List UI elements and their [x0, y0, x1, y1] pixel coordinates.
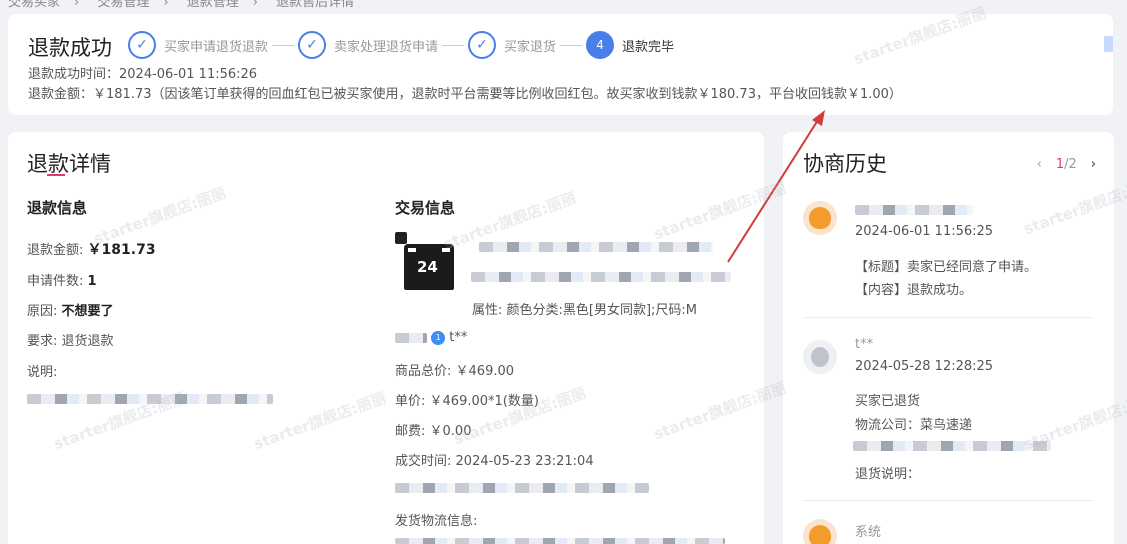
- shipping-value: ￥0.00: [429, 424, 472, 439]
- history-line: 退货说明：: [855, 467, 921, 482]
- breadcrumb-item[interactable]: 交易买家: [8, 0, 60, 10]
- trade-info-heading: 交易信息: [395, 199, 456, 217]
- page-total: /2: [1064, 157, 1077, 172]
- refund-status-title: 退款成功: [28, 36, 112, 60]
- negotiation-history-card: ‹ 1/2 ›: [783, 132, 1114, 544]
- redacted-product-title[interactable]: [471, 272, 731, 282]
- history-line: 【内容】退款成功。: [855, 283, 973, 298]
- refund-amount-note: 退款金额：￥181.73（因该笔订单获得的回血红包已被买家使用，退款时平台需要等…: [28, 87, 902, 102]
- redacted-text: [395, 483, 649, 493]
- buyer-row: 1 t**: [395, 330, 467, 345]
- step-label: 买家申请退货退款: [164, 39, 269, 55]
- history-line: 【标题】卖家已经同意了申请。: [855, 260, 1038, 275]
- title-underline: [47, 174, 65, 176]
- check-icon: ✓: [128, 31, 156, 59]
- refund-detail-card: [8, 132, 764, 544]
- history-line: 买家已退货: [855, 394, 921, 409]
- check-icon: ✓: [468, 31, 497, 59]
- step-1: ✓ 买家申请退货退款: [128, 31, 268, 59]
- reason-row: 原因: 不想要了: [27, 300, 114, 319]
- history-pager: ‹ 1/2 ›: [1037, 157, 1096, 172]
- refund-amount-row: 退款金额: ￥181.73: [27, 239, 156, 259]
- step-label: 卖家处理退货申请: [334, 39, 439, 55]
- label: 退款金额:: [27, 243, 84, 258]
- jersey-icon: 24: [404, 244, 454, 290]
- unit-row: 单价: ￥469.00*1(数量): [395, 390, 539, 409]
- total-value: ￥469.00: [455, 364, 515, 379]
- buyer-name[interactable]: t**: [449, 330, 467, 345]
- brand-logo-icon: [395, 232, 407, 244]
- history-line: 物流公司：菜鸟速递: [855, 418, 973, 433]
- label: 成交时间:: [395, 454, 452, 469]
- total-row: 商品总价: ￥469.00: [395, 360, 514, 379]
- redacted-text: [395, 332, 427, 343]
- history-time: 2024-05-28 12:28:25: [855, 359, 994, 374]
- label: 原因:: [27, 304, 58, 319]
- step-4: 4 退款完毕: [586, 31, 674, 59]
- redacted-product-title[interactable]: [479, 242, 713, 252]
- history-name: t**: [855, 337, 874, 352]
- side-tab[interactable]: [1104, 36, 1113, 52]
- step-2: ✓ 卖家处理退货申请: [298, 31, 438, 59]
- step-label: 买家退货: [504, 39, 557, 55]
- refund-steps: ✓ 买家申请退货退款 ✓ 卖家处理退货申请 ✓ 买家退货 4 退款完毕: [128, 31, 674, 59]
- product-attributes: 属性: 颜色分类:黑色[男女同款];尺码:M: [472, 303, 698, 318]
- chevron-left-icon[interactable]: ‹: [1037, 157, 1042, 172]
- unit-value: ￥469.00*1(数量): [429, 394, 539, 409]
- label: 单价:: [395, 394, 426, 409]
- history-name: 系统: [855, 525, 882, 540]
- check-icon: ✓: [298, 31, 327, 59]
- note-label: 说明:: [27, 365, 58, 380]
- request-value: 退货退款: [61, 334, 114, 349]
- reason-value: 不想要了: [61, 304, 114, 319]
- step-label: 退款完毕: [622, 39, 675, 55]
- buyer-avatar: [803, 340, 837, 374]
- refund-detail-title: 退款详情: [27, 152, 111, 176]
- step-connector: [560, 44, 583, 46]
- deal-time-value: 2024-05-23 23:21:04: [455, 454, 594, 469]
- member-badge-icon: 1: [431, 330, 446, 345]
- refund-amount-value: ￥181.73: [87, 242, 156, 258]
- breadcrumb-item: 退款售后详情: [276, 0, 355, 10]
- breadcrumb-item[interactable]: 退款管理: [187, 0, 239, 10]
- divider: [803, 317, 1093, 318]
- breadcrumb-item[interactable]: 交易管理: [97, 0, 149, 10]
- label: 商品总价:: [395, 364, 452, 379]
- logistics-label: 发货物流信息:: [395, 514, 478, 529]
- divider: [803, 500, 1093, 501]
- breadcrumb: 交易买家 › 交易管理 › 退款管理 › 退款售后详情: [8, 0, 368, 10]
- request-row: 要求: 退货退款: [27, 330, 114, 349]
- count-row: 申请件数: 1: [27, 270, 97, 289]
- product-image[interactable]: 24: [395, 232, 463, 300]
- label: 要求:: [27, 334, 58, 349]
- step-3: ✓ 买家退货: [468, 31, 556, 59]
- count-value: 1: [87, 274, 97, 289]
- current-page: 1: [1055, 157, 1065, 172]
- history-time: 2024-06-01 11:56:25: [855, 224, 994, 239]
- label: 邮费:: [395, 424, 426, 439]
- redacted-seller-name: [855, 205, 973, 215]
- redacted-text: [27, 394, 273, 404]
- refund-status-card: 退款成功 ✓ 买家申请退货退款 ✓ 卖家处理退货申请 ✓ 买家退货 4 退款完毕…: [8, 14, 1113, 115]
- chevron-right-icon[interactable]: ›: [1091, 157, 1096, 172]
- jersey-number: 24: [417, 258, 438, 276]
- seller-avatar: [803, 201, 837, 235]
- refund-success-time: 退款成功时间：2024-06-01 11:56:26: [28, 67, 258, 82]
- redacted-tracking-number: [853, 441, 1051, 451]
- step-connector: [272, 44, 295, 46]
- redacted-text: [395, 538, 725, 544]
- deal-time-row: 成交时间: 2024-05-23 23:21:04: [395, 450, 594, 469]
- history-title: 协商历史: [803, 152, 887, 176]
- shipping-row: 邮费: ￥0.00: [395, 420, 471, 439]
- step-connector: [442, 44, 465, 46]
- label: 申请件数:: [27, 274, 84, 289]
- refund-info-heading: 退款信息: [27, 199, 88, 217]
- step-number: 4: [586, 31, 615, 59]
